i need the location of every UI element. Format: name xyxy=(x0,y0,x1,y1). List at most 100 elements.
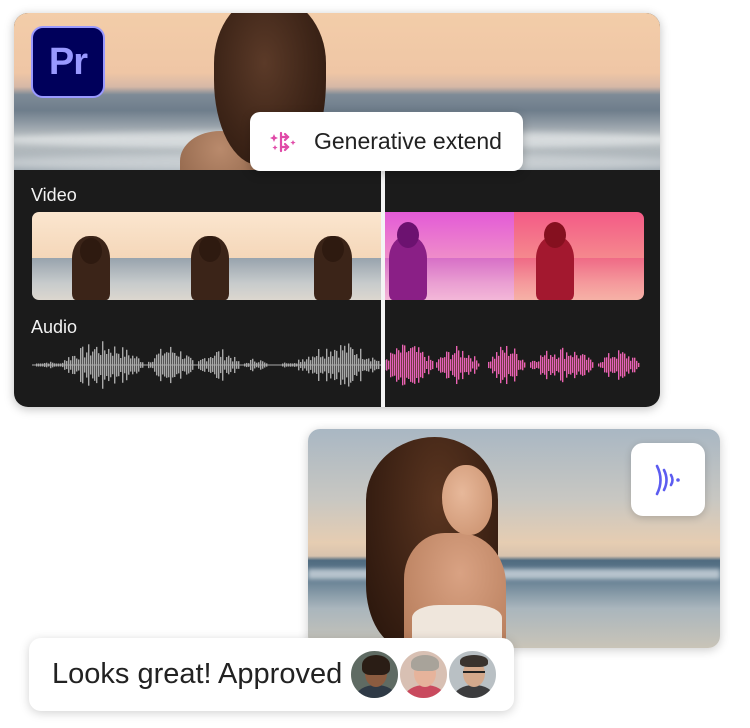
waveform-bar xyxy=(438,359,440,371)
waveform-bar xyxy=(584,354,586,376)
waveform-bar xyxy=(508,355,510,375)
waveform-bar xyxy=(502,350,504,380)
waveform-bar xyxy=(562,347,564,383)
waveform-bar xyxy=(564,358,566,372)
waveform-bar xyxy=(388,360,390,370)
audio-waveform[interactable] xyxy=(32,339,648,391)
waveform-bar xyxy=(432,360,434,370)
waveform-bar xyxy=(440,357,442,373)
waveform-bar xyxy=(580,355,582,375)
waveform-bar xyxy=(414,346,416,384)
waveform-bar xyxy=(404,345,406,385)
waveform-bar xyxy=(622,352,624,378)
waveform-bar xyxy=(552,356,554,374)
waveform-bar xyxy=(542,356,544,374)
waveform-bar xyxy=(604,357,606,373)
waveform-bar xyxy=(510,353,512,377)
waveform-bar xyxy=(524,362,526,368)
waveform-bar xyxy=(540,355,542,375)
generated-video-thumbnail xyxy=(381,212,514,300)
waveform-bar xyxy=(478,363,480,367)
waveform-bar xyxy=(618,350,620,380)
generated-video-thumbnail xyxy=(514,212,644,300)
waveform-bar xyxy=(590,359,592,371)
waveform-bar xyxy=(392,353,394,377)
waveform-bar xyxy=(636,360,638,370)
waveform-bar xyxy=(488,361,490,369)
reviewer-avatars xyxy=(349,649,498,701)
waveform-bar xyxy=(558,357,560,373)
review-comment-card: Looks great! Approved xyxy=(29,638,514,711)
waveform-bar xyxy=(522,359,524,371)
waveform-bar xyxy=(446,351,448,379)
woman-face xyxy=(442,465,492,535)
waveform-bar xyxy=(612,357,614,373)
video-track-clip[interactable] xyxy=(32,212,644,300)
waveform-bar xyxy=(630,360,632,370)
waveform-bar xyxy=(390,352,392,378)
waveform-bar xyxy=(514,348,516,382)
generative-extend-button[interactable]: Generative extend xyxy=(250,112,523,171)
waveform-bar xyxy=(418,347,420,383)
waveform-bar xyxy=(586,359,588,371)
waveform-bar xyxy=(628,356,630,374)
waveform-bar xyxy=(544,355,546,375)
video-thumbnail xyxy=(32,212,153,300)
waveform-bar xyxy=(620,353,622,377)
waveform-bar xyxy=(538,361,540,369)
waveform-bar xyxy=(494,358,496,372)
waveform-baseline xyxy=(32,364,385,366)
waveform-bar xyxy=(428,355,430,375)
audio-waves-icon xyxy=(655,464,680,495)
waveform-bar xyxy=(582,354,584,376)
waveform-bar xyxy=(470,358,472,372)
waveform-bar xyxy=(588,357,590,373)
waveform-bar xyxy=(406,352,408,378)
waveform-bar xyxy=(556,358,558,372)
waveform-bar xyxy=(592,362,594,368)
waveform-bar xyxy=(490,361,492,369)
waveform-bar xyxy=(634,357,636,373)
waveform-bar xyxy=(416,351,418,379)
generative-extend-label: Generative extend xyxy=(314,128,502,154)
premiere-pro-logo: Pr xyxy=(31,26,105,98)
waveform-bar xyxy=(400,352,402,378)
waveform-bar xyxy=(496,352,498,378)
waveform-bar xyxy=(474,356,476,374)
waveform-bar xyxy=(606,357,608,373)
reviewer-avatar[interactable] xyxy=(447,649,498,700)
waveform-bar xyxy=(460,357,462,373)
video-editor-panel: Pr Video Audio Generative extend xyxy=(14,13,660,407)
waveform-bar xyxy=(516,353,518,377)
waveform-bar xyxy=(442,357,444,373)
enhance-speech-button[interactable] xyxy=(631,443,705,516)
waveform-bar xyxy=(386,359,388,371)
waveform-bar xyxy=(458,350,460,380)
waveform-bar xyxy=(600,362,602,368)
waveform-bar xyxy=(610,358,612,372)
waveform-bar xyxy=(398,350,400,380)
reviewer-avatar[interactable] xyxy=(349,649,400,700)
waveform-bar xyxy=(624,353,626,377)
waveform-bar xyxy=(520,360,522,370)
waveform-bar xyxy=(472,361,474,369)
waveform-bar xyxy=(570,355,572,375)
waveform-bar xyxy=(572,357,574,373)
waveform-bar xyxy=(466,357,468,373)
waveform-bar xyxy=(448,352,450,378)
waveform-bar xyxy=(476,360,478,370)
waveform-bar xyxy=(566,352,568,378)
timeline-playhead[interactable] xyxy=(381,169,385,407)
waveform-bar xyxy=(602,362,604,368)
waveform-bar xyxy=(536,362,538,368)
reviewer-avatar[interactable] xyxy=(398,649,449,700)
waveform-bar xyxy=(506,345,508,385)
waveform-bar xyxy=(394,354,396,376)
video-track-label: Video xyxy=(31,185,77,205)
waveform-bar xyxy=(614,357,616,373)
waveform-bar xyxy=(638,362,640,368)
waveform-bar xyxy=(402,344,404,386)
waveform-bar xyxy=(598,363,600,367)
waveform-bar xyxy=(500,346,502,384)
waveform-bar xyxy=(632,357,634,373)
